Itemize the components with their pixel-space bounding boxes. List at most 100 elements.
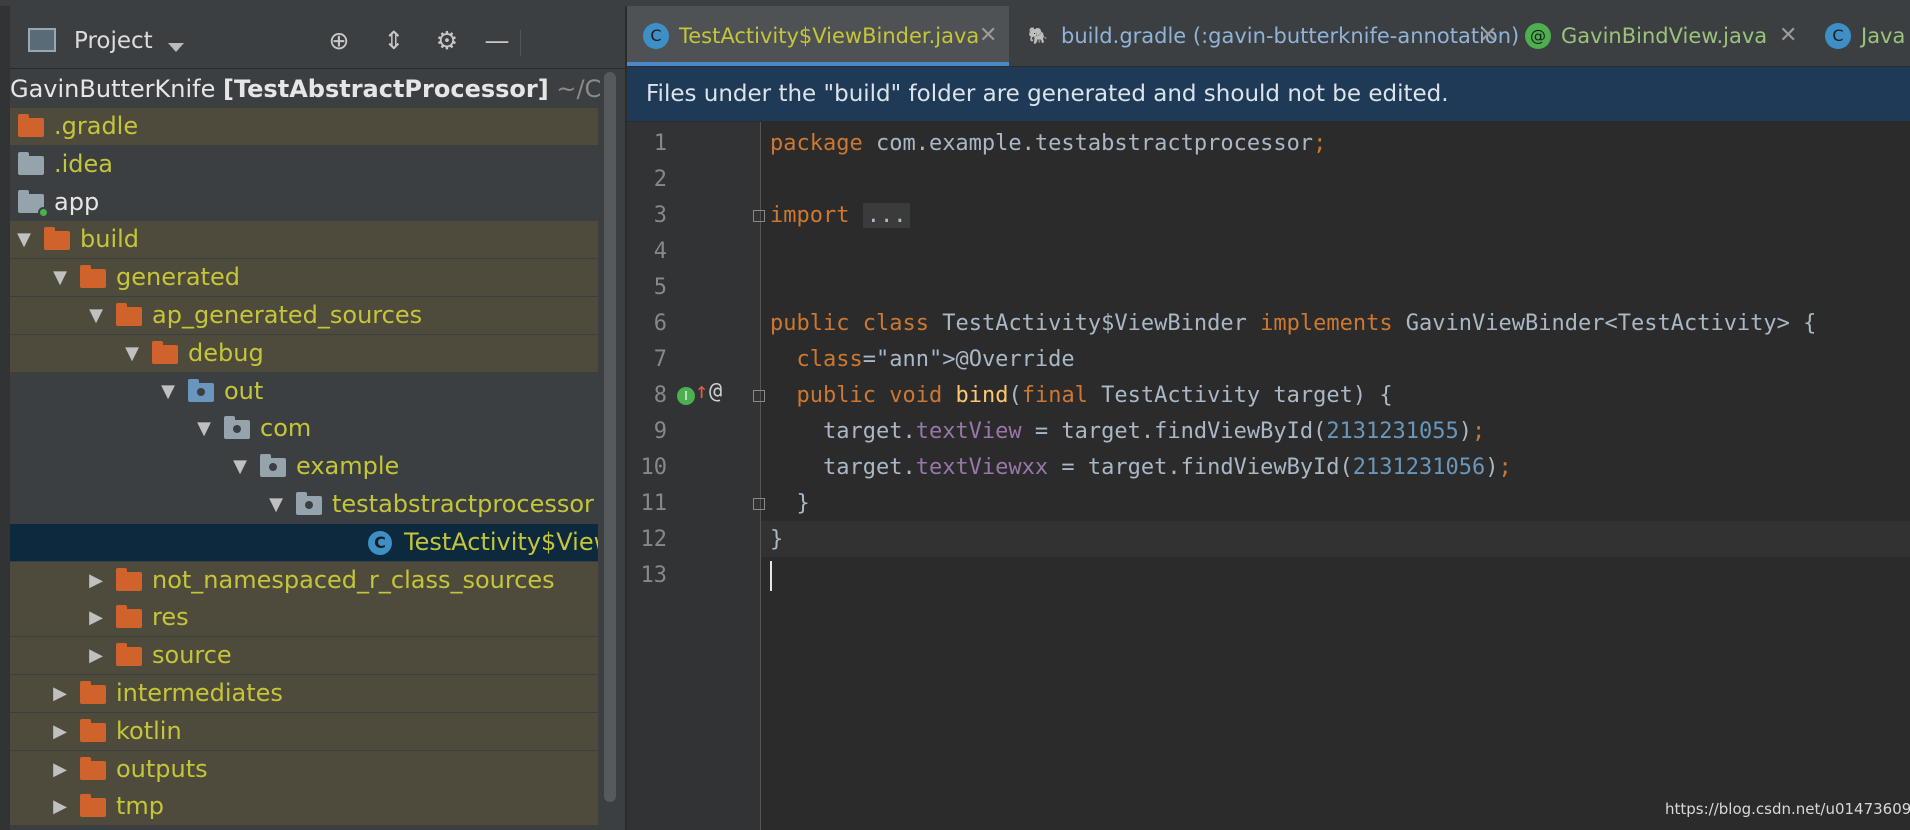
tree-item[interactable]: ▶ res (10, 599, 598, 637)
expand-arrow-icon[interactable]: ▼ (86, 297, 106, 334)
folder-orange-icon (80, 681, 106, 704)
expand-arrow-icon[interactable]: ▼ (158, 373, 178, 410)
tree-item[interactable]: ▶ kotlin (10, 712, 598, 750)
code-line[interactable]: } (770, 522, 783, 558)
folder-orange-icon (152, 340, 178, 364)
close-icon[interactable]: ✕ (1779, 6, 1797, 66)
code-line[interactable]: public void bind(final TestActivity targ… (770, 378, 1393, 414)
code-line[interactable]: } (770, 486, 809, 522)
project-scrollbar[interactable] (604, 72, 616, 802)
editor-tab[interactable]: C TestActivity$ViewBinder.java ✕ (627, 6, 1009, 66)
tree-item[interactable]: ▶ intermediates (10, 675, 598, 712)
tree-item-label: testabstractprocessor (332, 490, 594, 518)
folder-orange-icon (44, 227, 70, 251)
editor-tab[interactable]: 🐘 build.gradle (:gavin-butterknife-annota… (1009, 6, 1519, 66)
expand-arrow-icon[interactable]: ▼ (266, 486, 286, 523)
code-line[interactable]: import ... (770, 198, 911, 234)
generated-source-folder-icon (188, 378, 214, 402)
java-class-icon: C (1825, 23, 1851, 49)
fold-end-icon[interactable] (753, 498, 765, 510)
code-line[interactable]: public class TestActivity$ViewBinder imp… (770, 306, 1816, 342)
tree-item-label: build (80, 225, 140, 254)
expand-arrow-icon[interactable]: ▼ (14, 221, 34, 258)
folder-orange-icon (116, 605, 142, 629)
package-icon (224, 416, 250, 440)
project-view-selector[interactable]: Project (74, 28, 153, 54)
tree-item[interactable]: .gradle (10, 108, 598, 145)
tree-item-label: outputs (116, 754, 208, 783)
tab-label: GavinBindView.java (1561, 24, 1768, 48)
locate-file-icon[interactable]: ⊕ (322, 24, 356, 58)
tree-item[interactable]: ▼ example (10, 448, 598, 485)
tree-item[interactable]: ▼ build (10, 221, 598, 259)
project-root-node[interactable]: GavinButterKnife [TestAbstractProcessor]… (10, 72, 600, 106)
code-line[interactable]: target.textViewxx = target.findViewById(… (770, 450, 1512, 486)
tree-item[interactable]: ▶ source (10, 637, 598, 675)
code-line[interactable]: target.textView = target.findViewById(21… (770, 414, 1485, 450)
collapse-arrow-icon[interactable]: ▶ (50, 675, 70, 712)
code-editor[interactable]: 1 2 3 4 5 6 7 8 9 10 11 12 13 package com.example.tes… (627, 122, 1910, 830)
tree-item[interactable]: ▼ out (10, 373, 598, 410)
tree-item[interactable]: ▼ debug (10, 334, 598, 372)
annotation-gutter-icon[interactable]: @ (709, 379, 722, 404)
tree-item[interactable]: app (10, 184, 598, 221)
tree-item-label: .gradle (54, 112, 139, 140)
generated-files-banner: Files under the "build" folder are gener… (627, 67, 1910, 121)
collapse-arrow-icon[interactable]: ▶ (50, 788, 70, 825)
tree-item-label: ap_generated_sources (152, 301, 423, 329)
tree-item[interactable]: ▼ generated (10, 259, 598, 297)
tree-item-label: kotlin (116, 716, 182, 745)
close-icon[interactable]: ✕ (1479, 6, 1497, 66)
project-root-path: ~/Cod (556, 75, 600, 103)
collapse-arrow-icon[interactable]: ▶ (86, 637, 106, 674)
line-number: 4 (653, 239, 667, 264)
expand-arrow-icon[interactable]: ▼ (230, 448, 250, 485)
fold-method-icon[interactable] (753, 390, 765, 402)
folder-orange-icon (116, 643, 142, 667)
expand-arrow-icon[interactable]: ▼ (50, 259, 70, 296)
collapse-arrow-icon[interactable]: ▶ (50, 751, 70, 788)
annotation-icon: @ (1525, 23, 1551, 49)
collapse-arrow-icon[interactable]: ▶ (50, 713, 70, 750)
tree-item[interactable]: ▶ tmp (10, 788, 598, 826)
implements-method-icon[interactable]: I (677, 387, 695, 405)
project-root-name: GavinButterKnife (10, 75, 216, 103)
tab-label: build.gradle (:gavin-butterknife-annotat… (1061, 24, 1520, 48)
line-number: 7 (653, 347, 667, 372)
collapse-arrow-icon[interactable]: ▶ (86, 599, 106, 636)
fold-import-icon[interactable] (753, 210, 765, 222)
hide-panel-icon[interactable]: — (480, 24, 514, 58)
tree-item[interactable]: .idea (10, 146, 598, 183)
tree-item[interactable]: ▶ outputs (10, 750, 598, 788)
line-number: 10 (640, 455, 668, 480)
editor-tab[interactable]: @ GavinBindView.java ✕ (1509, 6, 1809, 66)
code-line[interactable]: package com.example.testabstractprocesso… (770, 126, 1326, 162)
expand-arrow-icon[interactable]: ▼ (194, 410, 214, 447)
tree-item-label: com (260, 414, 312, 443)
tree-item[interactable]: ▶ not_namespaced_r_class_sources (10, 561, 598, 599)
tree-item-label: not_namespaced_r_class_sources (152, 565, 555, 594)
collapse-all-icon[interactable]: ⇕ (377, 24, 411, 58)
line-number: 9 (653, 419, 667, 444)
expand-arrow-icon[interactable]: ▼ (122, 335, 142, 372)
banner-text: Files under the "build" folder are gener… (646, 81, 1449, 107)
line-number: 11 (640, 491, 668, 516)
go-to-super-arrow-icon[interactable]: ↑ (695, 379, 708, 404)
code-line[interactable]: class="ann">@Override (770, 342, 1075, 378)
folder-orange-icon (80, 718, 106, 742)
tree-item-label: debug (188, 338, 264, 367)
chevron-down-icon[interactable] (168, 43, 184, 52)
project-panel-header: Project ⊕ ⇕ ⚙ — (10, 6, 625, 69)
line-number: 13 (640, 563, 668, 588)
gear-icon[interactable]: ⚙ (430, 24, 464, 58)
tree-item-label: source (152, 641, 232, 670)
tree-item[interactable]: ▼ com (10, 410, 598, 447)
collapse-arrow-icon[interactable]: ▶ (86, 562, 106, 599)
tab-label: Java (1861, 24, 1906, 48)
close-icon[interactable]: ✕ (979, 6, 997, 66)
tree-item[interactable]: ▼ testabstractprocessor (10, 486, 598, 523)
tree-item[interactable]: C TestActivity$ViewB (10, 523, 598, 561)
tree-item[interactable]: ▼ ap_generated_sources (10, 297, 598, 334)
package-icon (260, 454, 286, 478)
editor-tab[interactable]: C Java (1809, 6, 1910, 66)
